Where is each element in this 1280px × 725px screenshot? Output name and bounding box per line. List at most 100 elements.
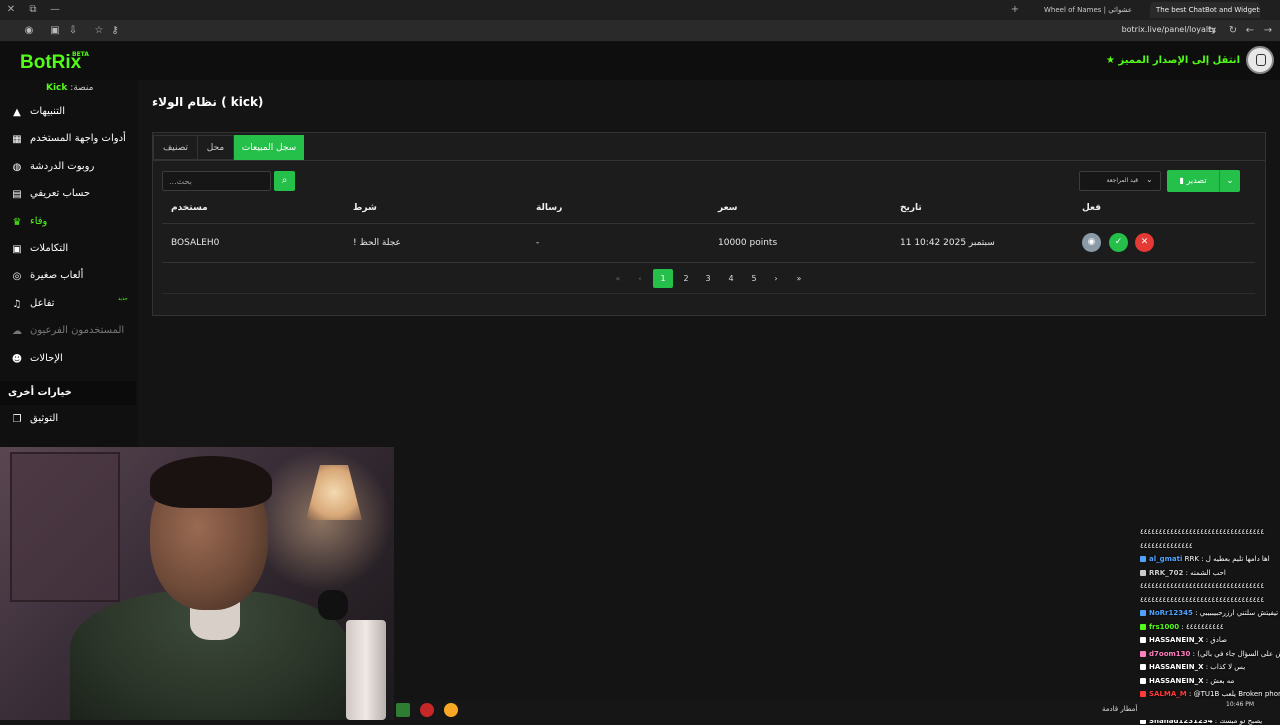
approve-button[interactable]: ✓ (1109, 233, 1128, 252)
chat-message: HASSANEIN_X : مه بعش (1140, 677, 1280, 685)
users-icon: ☁ (12, 326, 22, 337)
chrome-icon[interactable] (444, 703, 458, 717)
chat-username: RRK_702 (1149, 568, 1184, 577)
page-1-button[interactable]: 1 (653, 269, 673, 288)
chat-message: SALMA_M : @TU1B يلعب Broken phon (1140, 690, 1280, 698)
badge-icon (1140, 569, 1146, 576)
chat-message: ٤٤٤٤٤٤٤٤٤٤٤٤٤٤٤٤٤٤٤٤٤٤٤٤٤٤٤٤٤٤٤٤٤ (1140, 582, 1280, 590)
page-title: نظام الولاء ( kick) (152, 95, 264, 109)
export-label: تصدير (1186, 176, 1207, 185)
other-options-header: خيارات أخرى (0, 381, 136, 405)
sidebar-item-loyalty[interactable]: ♛ وفاء (0, 210, 136, 236)
premium-upgrade-link[interactable]: انتقل إلى الإصدار المميز ★ (1106, 55, 1240, 66)
cell-price: 10000 points (718, 238, 778, 248)
grid-icon: ▦ (12, 134, 22, 145)
header-condition: شرط (353, 203, 377, 213)
tab-group-icon[interactable]: ▣ (48, 24, 62, 38)
browser-tab-strip: ✕ ⧉ — + Wheel of Names | عشوائي The best… (0, 0, 1280, 20)
chat-message: HASSANEIN_X : يس لا كذاب (1140, 663, 1280, 671)
eye-icon: ◉ (1087, 237, 1096, 247)
id-card-icon: ▤ (12, 189, 22, 200)
last-page-icon[interactable]: » (789, 269, 809, 288)
book-icon: ❐ (12, 414, 22, 425)
chat-message: frs1000 : ٤٤٤٤٤٤٤٤٤٤ (1140, 623, 1280, 631)
tab-divider (153, 160, 1265, 161)
badge-icon (1140, 650, 1146, 657)
chat-message: ٤٤٤٤٤٤٤٤٤٤٤٤٤٤٤٤٤٤٤٤٤٤٤٤٤٤٤٤٤٤٤٤٤ (1140, 528, 1280, 536)
export-dropdown-toggle[interactable]: ⌄ (1219, 170, 1240, 192)
chat-text: : ٤٤٤٤٤٤٤٤٤٤ (1181, 622, 1224, 631)
wall-frame (10, 452, 120, 602)
sidebar-item-integrations[interactable]: ▣ التكاملات (0, 237, 136, 263)
reload-icon[interactable]: ↻ (1226, 24, 1240, 38)
app-header (0, 42, 1280, 80)
key-icon[interactable]: ⚷ (108, 24, 122, 38)
chat-text: : @TU1B يلعب Broken phon (1189, 690, 1280, 698)
sidebar-item-interaction[interactable]: ♫ تفاعل (0, 292, 136, 318)
view-button[interactable]: ◉ (1082, 233, 1101, 252)
cell-message: - (536, 238, 540, 248)
cell-user: BOSALEH0 (171, 238, 220, 248)
bookmark-star-icon[interactable]: ☆ (92, 24, 106, 38)
plug-icon: ▣ (12, 244, 22, 255)
chat-text: ٤٤٤٤٤٤٤٤٤٤٤٤٤٤٤٤٤٤٤٤٤٤٤٤٤٤٤٤٤٤٤٤٤ (1140, 595, 1265, 604)
pagination-divider (162, 293, 1255, 294)
badge-icon (1140, 637, 1146, 643)
header-user: مستخدم (171, 203, 208, 213)
chat-text: ٤٤٤٤٤٤٤٤٤٤٤٤٤٤٤٤٤٤٤٤٤٤٤٤٤٤٤٤٤٤٤٤٤ (1140, 528, 1265, 536)
chat-text: : صادق (1205, 636, 1227, 644)
next-page-icon[interactable]: › (766, 269, 786, 288)
chevron-down-icon: ⌄ (1226, 176, 1234, 186)
app-icon[interactable] (396, 703, 410, 717)
minimize-window-icon[interactable]: — (48, 3, 62, 17)
badge-icon (1140, 691, 1146, 697)
extensions-icon[interactable]: ◉ (22, 24, 36, 38)
chat-message: d7oom130 : ليه (مطيش على السؤال جاء في ب… (1140, 650, 1280, 658)
download-icon[interactable]: ⇩ (66, 24, 80, 38)
chat-username: frs1000 (1149, 622, 1180, 631)
chat-text: : ليه (مطيش على السؤال جاء في بالي) (1192, 649, 1280, 658)
page-4-button[interactable]: 4 (721, 269, 741, 288)
first-page-icon[interactable]: « (608, 269, 628, 288)
browser-tab-wheel[interactable]: Wheel of Names | عشوائي (1038, 2, 1142, 18)
url-field[interactable]: botrix.live/panel/loyalty (1122, 25, 1216, 34)
page-2-button[interactable]: 2 (676, 269, 696, 288)
sidebar-item-chatbot[interactable]: ◍ روبوت الدردشة (0, 155, 136, 181)
star-icon: ★ (1106, 55, 1115, 66)
sidebar-item-docs[interactable]: ❐ التوثيق (0, 407, 136, 433)
page-3-button[interactable]: 3 (698, 269, 718, 288)
translate-icon[interactable]: ⇆ (1205, 24, 1219, 38)
prev-page-icon[interactable]: ‹ (630, 269, 650, 288)
new-tab-icon[interactable]: + (1008, 3, 1022, 17)
forward-icon[interactable]: → (1261, 24, 1275, 38)
user-avatar[interactable] (1246, 46, 1274, 74)
chat-username: HASSANEIN_X (1149, 676, 1204, 685)
tab-sales-log[interactable]: سجل المبيعات (234, 135, 304, 160)
browser-tab-botrix[interactable]: The best ChatBot and Widgets (1150, 2, 1260, 18)
badge-icon (1140, 610, 1146, 616)
close-window-icon[interactable]: ✕ (4, 3, 18, 17)
search-icon: ⌕ (281, 175, 288, 186)
search-button[interactable]: ⌕ (274, 171, 295, 191)
back-icon[interactable]: ← (1243, 24, 1257, 38)
sidebar-item-referrals[interactable]: ☻ الإحالات (0, 347, 136, 373)
badge-icon (1140, 556, 1146, 562)
app-icon[interactable] (420, 703, 434, 717)
tab-store[interactable]: محل (197, 135, 234, 160)
export-button[interactable]: تصدير ▮ (1167, 170, 1219, 192)
restore-window-icon[interactable]: ⧉ (26, 3, 40, 17)
tab-ranking[interactable]: تصنيف (153, 135, 198, 160)
beta-badge: BETA (72, 51, 89, 58)
chat-text: : يس لا كذاب (1205, 663, 1246, 671)
sidebar-item-alerts[interactable]: ▲ التنبيهات (0, 100, 136, 126)
chat-message: NoRr12345 : تيفيتش سلتني ارزرحبيببيبي (1140, 609, 1280, 617)
search-input[interactable] (162, 171, 271, 191)
chat-username: d7oom130 (1149, 649, 1191, 658)
chevron-down-icon: ⌄ (1146, 175, 1153, 184)
sidebar-item-widgets[interactable]: ▦ أدوات واجهة المستخدم (0, 127, 136, 153)
taskbar (394, 700, 1280, 720)
sidebar-item-minigames[interactable]: ◎ ألعاب صغيرة (0, 264, 136, 290)
sidebar-item-profile[interactable]: ▤ حساب تعريفي (0, 182, 136, 208)
page-5-button[interactable]: 5 (744, 269, 764, 288)
reject-button[interactable]: ✕ (1135, 233, 1154, 252)
